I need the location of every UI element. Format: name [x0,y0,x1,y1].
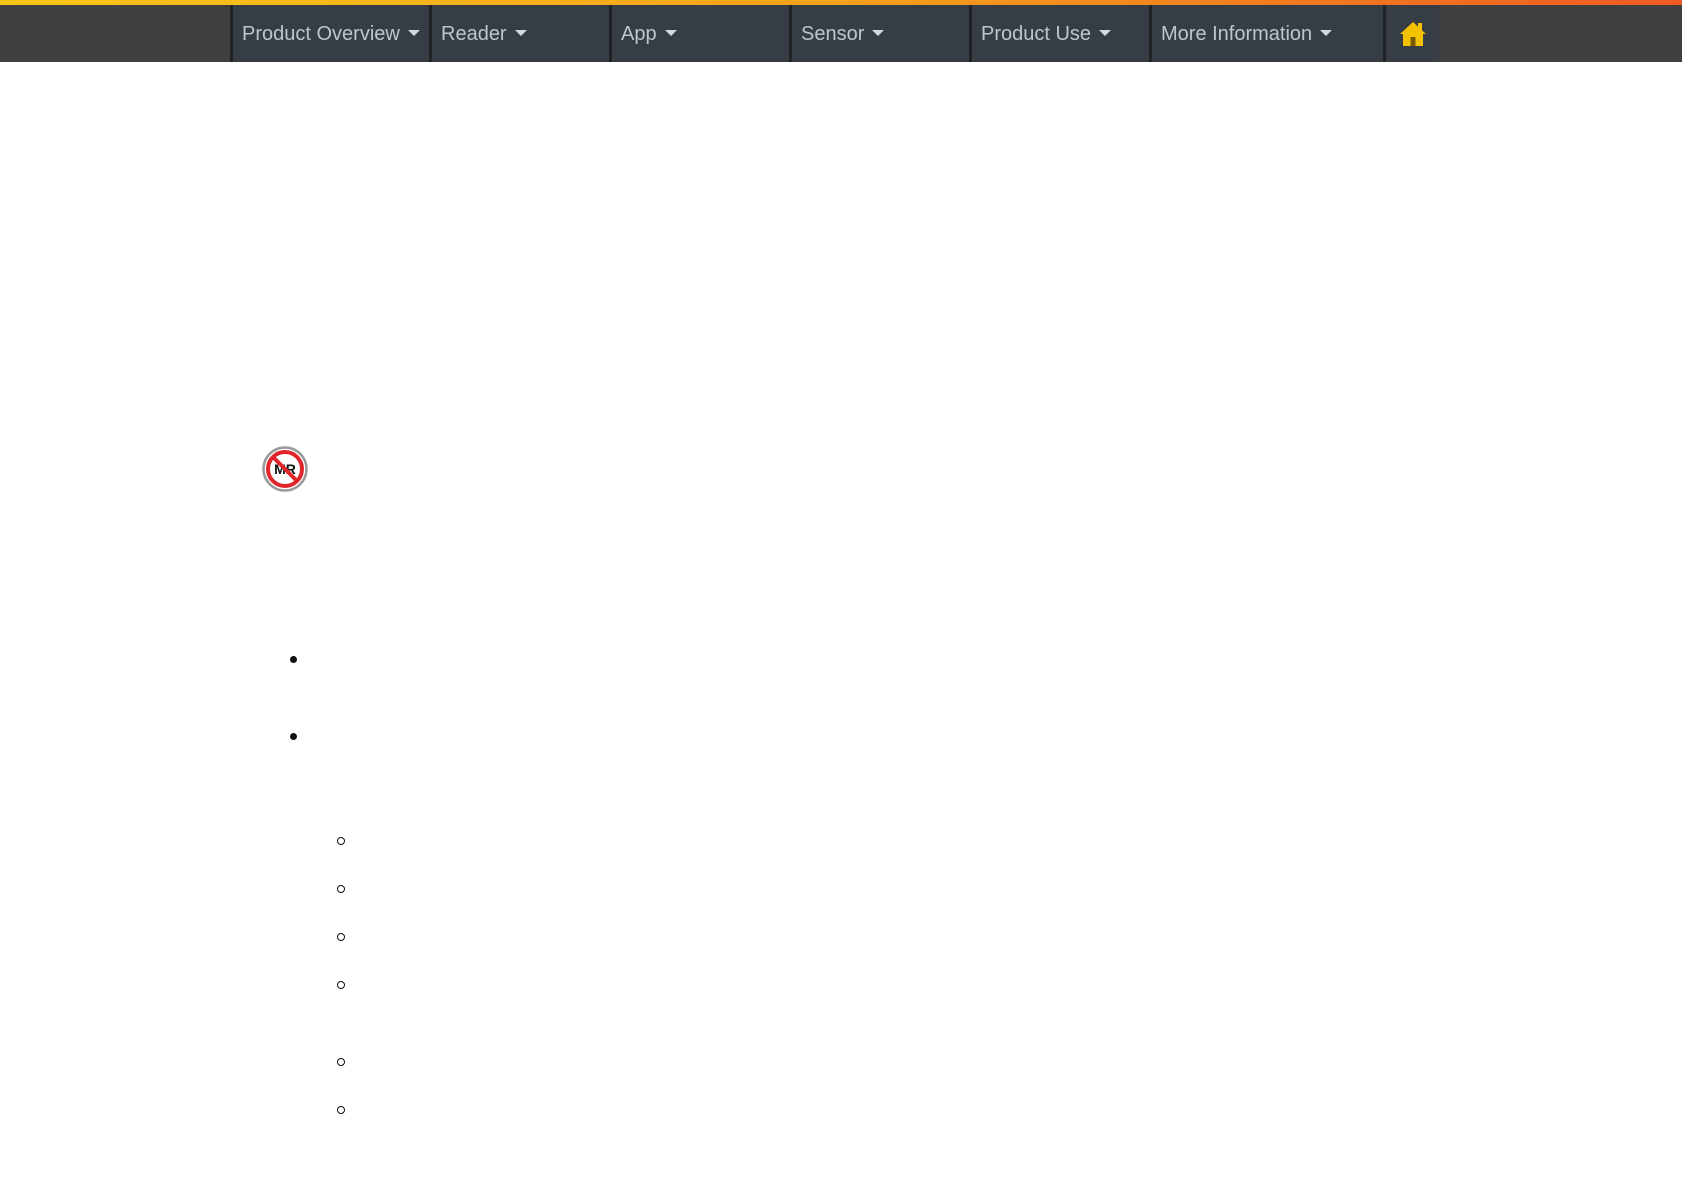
caret-down-icon [514,29,527,36]
home-button[interactable] [1383,5,1439,62]
sublist-bullet [337,981,345,989]
nav-item-reader[interactable]: Reader [429,5,609,62]
sublist-bullet [337,837,345,845]
home-icon [1399,21,1426,46]
caret-down-icon [407,29,420,36]
sublist-bullet [337,1106,345,1114]
nav-item-label: Product Overview [242,22,400,45]
nav-item-more-information[interactable]: More Information [1149,5,1383,62]
sublist-bullet [337,933,345,941]
sublist-bullet [337,885,345,893]
caret-down-icon [664,29,677,36]
sublist-bullet [337,1058,345,1066]
list-bullet [290,733,297,740]
caret-down-icon [872,29,885,36]
mr-unsafe-icon: MR [262,446,308,492]
nav-item-product-overview[interactable]: Product Overview [230,5,429,62]
nav-item-label: App [621,22,657,45]
nav-item-label: Product Use [981,22,1092,45]
caret-down-icon [1099,29,1112,36]
nav-menu: Product Overview Reader App Sensor Produ… [230,5,1439,62]
nav-item-sensor[interactable]: Sensor [789,5,969,62]
top-navigation-bar: Product Overview Reader App Sensor Produ… [0,5,1682,62]
nav-item-label: Reader [441,22,507,45]
nav-item-label: Sensor [801,22,865,45]
list-bullet [290,656,297,663]
nav-item-label: More Information [1161,22,1313,45]
nav-item-product-use[interactable]: Product Use [969,5,1149,62]
caret-down-icon [1320,29,1333,36]
nav-item-app[interactable]: App [609,5,789,62]
